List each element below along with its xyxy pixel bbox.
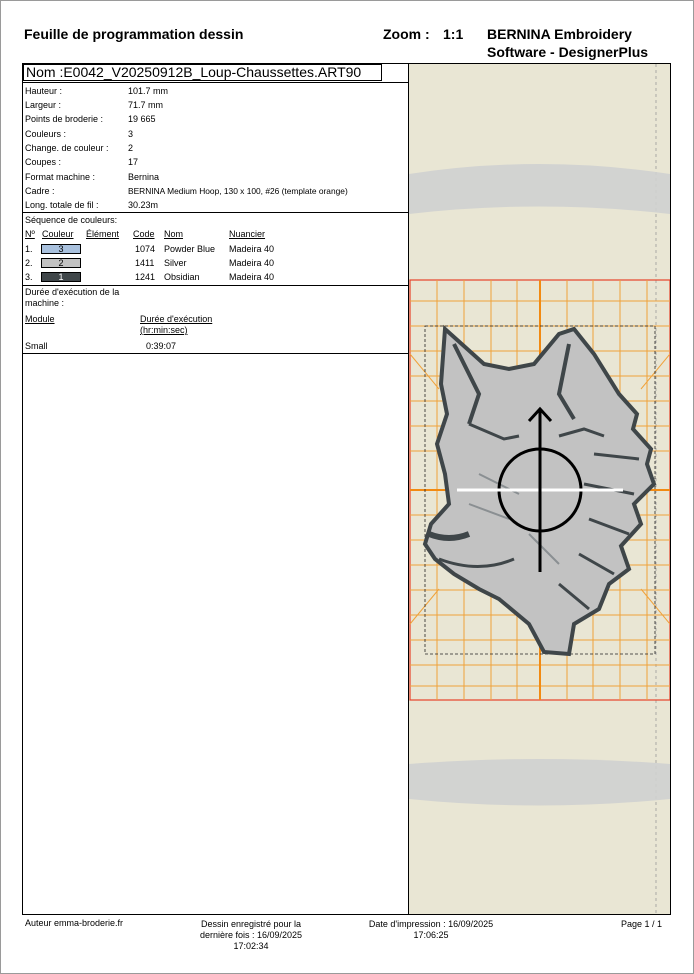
divider xyxy=(22,285,409,286)
footer-author: Auteur emma-broderie.fr xyxy=(25,918,124,928)
col-header-code: Code xyxy=(133,229,155,239)
property-label: Couleurs : xyxy=(25,129,67,139)
property-row: Points de broderie : 19 665 xyxy=(25,114,156,125)
property-row: Long. totale de fil : 30.23m xyxy=(25,200,158,211)
runtime-col-duration-line2: (hr:min:sec) xyxy=(140,325,188,335)
color-row-num: 2. xyxy=(25,258,33,268)
property-value: BERNINA Medium Hoop, 130 x 100, #26 (tem… xyxy=(128,186,348,196)
color-row-chart: Madeira 40 xyxy=(229,244,275,254)
runtime-title-line2: machine : xyxy=(25,298,65,308)
col-header-nuancier: Nuancier xyxy=(229,229,266,239)
property-value: 2 xyxy=(128,143,134,153)
color-row-code: 1074 xyxy=(135,244,156,254)
col-header-nom: Nom xyxy=(164,229,184,239)
software-name-line2: Software - DesignerPlus xyxy=(487,44,649,60)
zoom-label: Zoom : xyxy=(383,26,430,42)
footer-saved-line2: dernière fois : 16/09/2025 xyxy=(199,930,303,940)
property-row: Change. de couleur : 2 xyxy=(25,143,133,154)
property-label: Coupes : xyxy=(25,157,62,167)
property-row: Largeur : 71.7 mm xyxy=(25,100,163,111)
zoom-value: 1:1 xyxy=(443,26,464,42)
color-swatch: 1 xyxy=(41,272,81,282)
divider xyxy=(22,212,409,213)
property-label: Largeur : xyxy=(25,100,62,110)
sheet-title: Feuille de programmation dessin xyxy=(24,26,244,42)
color-sequence-title: Séquence de couleurs: xyxy=(25,215,118,225)
runtime-duration: 0:39:07 xyxy=(146,341,177,351)
divider xyxy=(22,353,409,354)
property-label: Change. de couleur : xyxy=(25,143,109,153)
color-row-code: 1411 xyxy=(135,258,155,268)
footer-page-number: Page 1 / 1 xyxy=(621,919,663,929)
runtime-col-module: Module xyxy=(25,314,55,324)
runtime-title-line1: Durée d'exécution de la xyxy=(25,287,120,297)
property-value: 71.7 mm xyxy=(128,100,164,110)
color-row-chart: Madeira 40 xyxy=(229,258,275,268)
color-swatch: 3 xyxy=(41,244,81,254)
col-header-num: Nº xyxy=(25,229,35,239)
footer-saved-line3: 17:02:34 xyxy=(233,941,269,951)
property-row: Cadre : BERNINA Medium Hoop, 130 x 100, #… xyxy=(25,186,348,197)
sock-band-top xyxy=(409,164,670,214)
runtime-module: Small xyxy=(25,341,48,351)
color-swatch: 2 xyxy=(41,258,81,268)
property-value: 3 xyxy=(128,129,134,139)
property-label: Hauteur : xyxy=(25,86,63,96)
property-value: Bernina xyxy=(128,172,160,182)
property-value: 17 xyxy=(128,157,139,167)
col-header-couleur: Couleur xyxy=(42,229,74,239)
design-name: Nom :E0042_V20250912B_Loup-Chaussettes.A… xyxy=(23,64,382,81)
print-sheet: Feuille de programmation dessin Zoom : 1… xyxy=(0,0,694,974)
property-label: Cadre : xyxy=(25,186,55,196)
color-row-code: 1241 xyxy=(135,272,156,282)
runtime-col-duration-line1: Durée d'exécution xyxy=(140,314,213,324)
property-row: Couleurs : 3 xyxy=(25,129,133,140)
footer-saved-line1: Dessin enregistré pour la xyxy=(200,919,302,929)
property-row: Coupes : 17 xyxy=(25,157,138,168)
footer-printed-line1: Date d'impression : 16/09/2025 xyxy=(368,919,494,929)
footer-printed-line2: 17:06:25 xyxy=(413,930,449,940)
color-row-name: Silver xyxy=(164,258,187,268)
property-value: 101.7 mm xyxy=(128,86,169,96)
color-row-num: 3. xyxy=(25,272,33,282)
design-preview xyxy=(409,64,670,914)
col-header-element: Élément xyxy=(86,229,120,239)
property-label: Points de broderie : xyxy=(25,114,104,124)
property-row: Hauteur : 101.7 mm xyxy=(25,86,168,97)
software-name-line1: BERNINA Embroidery xyxy=(487,26,632,42)
color-row-name: Obsidian xyxy=(164,272,200,282)
property-row: Format machine : Bernina xyxy=(25,172,159,183)
sock-band-bottom xyxy=(409,759,670,806)
color-row-chart: Madeira 40 xyxy=(229,272,275,282)
property-value: 30.23m xyxy=(128,200,159,210)
property-value: 19 665 xyxy=(128,114,156,124)
color-row-name: Powder Blue xyxy=(164,244,216,254)
property-label: Format machine : xyxy=(25,172,96,182)
color-row-num: 1. xyxy=(25,244,33,254)
preview-canvas xyxy=(409,64,670,914)
divider xyxy=(22,82,409,83)
property-label: Long. totale de fil : xyxy=(25,200,99,210)
